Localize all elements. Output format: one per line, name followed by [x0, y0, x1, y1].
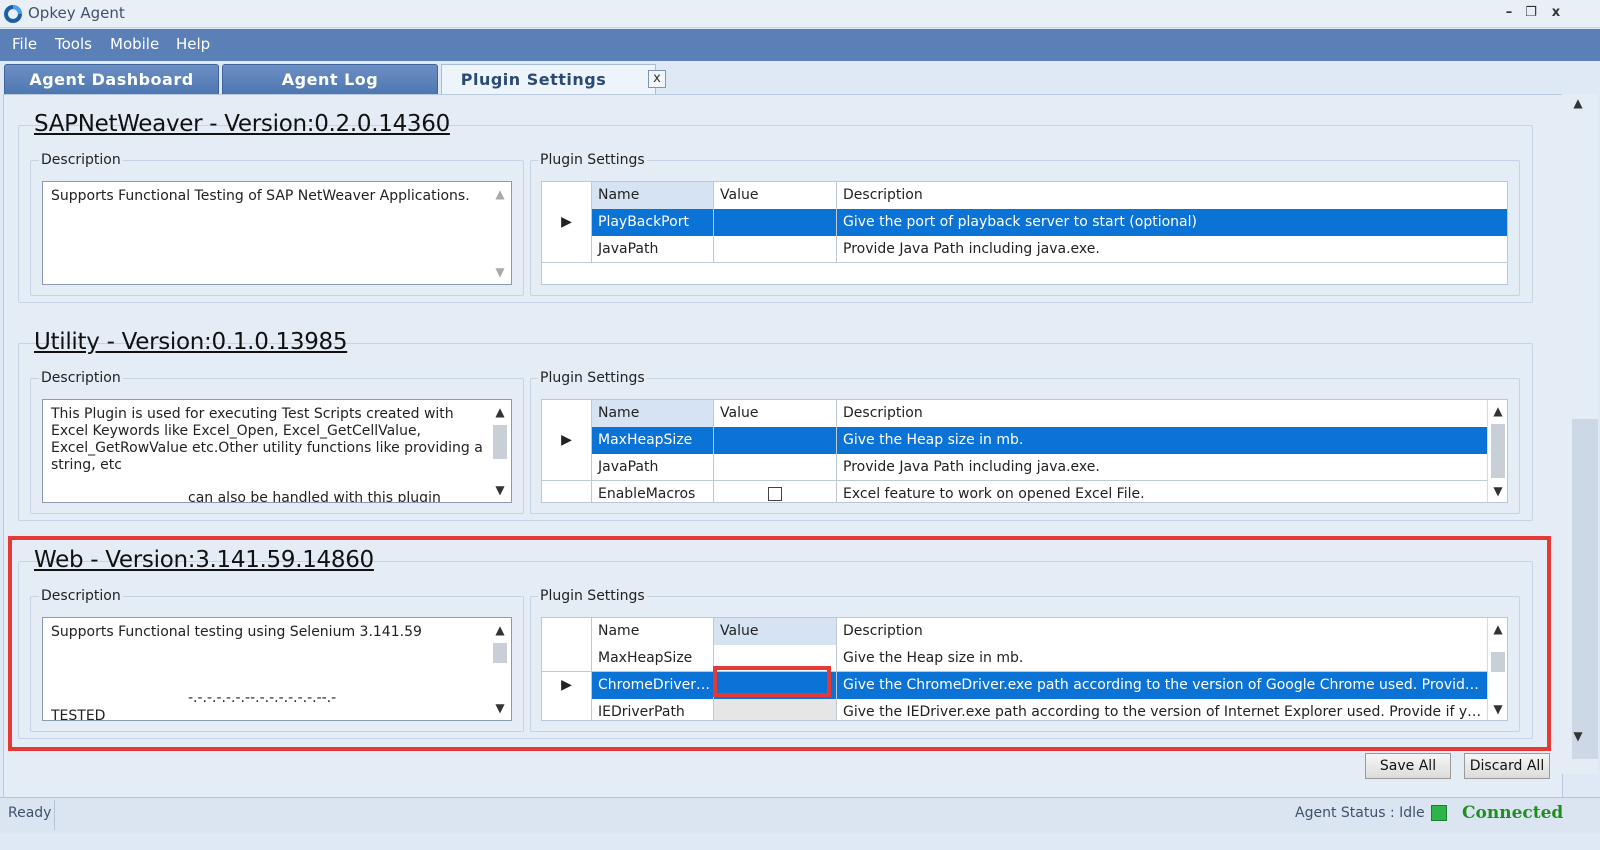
- plugin-settings-label: Plugin Settings: [538, 152, 647, 168]
- menu-file[interactable]: File: [12, 35, 37, 53]
- section-title-utility: Utility - Version:0.1.0.13985: [34, 329, 348, 355]
- column-header-description[interactable]: Description: [837, 182, 1507, 209]
- setting-name[interactable]: MaxHeapSize: [592, 427, 714, 454]
- scrollbar-thumb[interactable]: [1572, 419, 1598, 759]
- plugin-settings-label: Plugin Settings: [538, 370, 647, 386]
- column-header-name[interactable]: Name: [592, 182, 714, 209]
- menu-mobile[interactable]: Mobile: [110, 35, 159, 53]
- description-box[interactable]: This Plugin is used for executing Test S…: [42, 399, 512, 503]
- scroll-down-icon[interactable]: ▼: [490, 265, 510, 279]
- enable-macros-checkbox[interactable]: [768, 487, 782, 501]
- tab-agent-dashboard[interactable]: Agent Dashboard: [4, 64, 219, 95]
- table-row[interactable]: ▶ MaxHeapSize Give the Heap size in mb.: [542, 427, 1487, 454]
- description-text: Supports Functional Testing of SAP NetWe…: [51, 188, 470, 204]
- description-scrollbar[interactable]: ▲ ▼: [490, 401, 510, 501]
- section-title-sap: SAPNetWeaver - Version:0.2.0.14360: [34, 111, 450, 137]
- setting-value[interactable]: [714, 481, 837, 502]
- scrollbar-thumb[interactable]: [1491, 424, 1505, 478]
- column-header-value[interactable]: Value: [714, 182, 837, 209]
- setting-description: Give the port of playback server to star…: [837, 209, 1507, 236]
- connection-status: Connected: [1462, 803, 1564, 823]
- setting-name[interactable]: JavaPath: [592, 236, 714, 263]
- status-divider: [54, 800, 55, 830]
- description-box[interactable]: Supports Functional Testing of SAP NetWe…: [42, 181, 512, 285]
- table-row[interactable]: JavaPath Provide Java Path including jav…: [542, 454, 1487, 481]
- setting-name[interactable]: JavaPath: [592, 454, 714, 481]
- connection-indicator-icon: [1431, 805, 1447, 821]
- highlight-web-section: [8, 536, 1551, 751]
- tab-agent-log[interactable]: Agent Log: [222, 64, 438, 95]
- settings-grid: Name Value Description ▶ MaxHeapSize Giv…: [541, 399, 1508, 503]
- opkey-logo-icon: [4, 5, 22, 23]
- settings-grid: Name Value Description ▶ PlayBackPort Gi…: [541, 181, 1508, 285]
- column-header-value[interactable]: Value: [714, 400, 837, 427]
- grid-header: Name Value Description: [542, 400, 1487, 427]
- scroll-up-icon[interactable]: ▲: [1488, 404, 1507, 418]
- row-pointer-icon: ▶: [542, 427, 592, 454]
- row-header: [542, 481, 592, 502]
- row-header-corner: [542, 400, 592, 427]
- save-all-button[interactable]: Save All: [1365, 753, 1451, 779]
- tab-strip: Agent Dashboard Agent Log Plugin Setting…: [0, 61, 1600, 95]
- tab-plugin-settings[interactable]: Plugin Settings: [441, 64, 656, 95]
- row-header: [542, 454, 592, 481]
- menu-help[interactable]: Help: [176, 35, 210, 53]
- setting-description: Provide Java Path including java.exe.: [843, 459, 1100, 475]
- status-bar: Ready Agent Status : Idle Connected: [0, 797, 1600, 833]
- agent-status: Agent Status : Idle: [1295, 805, 1425, 821]
- setting-value[interactable]: [714, 209, 837, 236]
- restore-button[interactable]: ❐: [1521, 2, 1541, 24]
- scroll-up-icon[interactable]: ▲: [490, 187, 510, 201]
- scroll-down-icon[interactable]: ▼: [490, 483, 510, 497]
- close-window-button[interactable]: x: [1546, 2, 1566, 24]
- row-header-corner: [542, 182, 592, 209]
- row-header: [542, 236, 592, 263]
- minimize-button[interactable]: –: [1499, 2, 1519, 24]
- setting-value[interactable]: [714, 236, 837, 263]
- description-label: Description: [39, 152, 123, 168]
- row-pointer-icon: ▶: [542, 209, 592, 236]
- description-text: This Plugin is used for executing Test S…: [51, 406, 483, 473]
- scroll-up-icon[interactable]: ▲: [1568, 96, 1588, 110]
- setting-description: Provide Java Path including java.exe.: [843, 241, 1100, 257]
- setting-description: Excel feature to work on opened Excel Fi…: [843, 486, 1145, 502]
- description-scrollbar[interactable]: ▲ ▼: [490, 183, 510, 283]
- column-header-name[interactable]: Name: [592, 400, 714, 427]
- description-label: Description: [39, 370, 123, 386]
- setting-name[interactable]: EnableMacros: [592, 481, 714, 502]
- description-text-continued: can also be handled with this plugin: [188, 490, 441, 503]
- highlight-chromedriver-value: [713, 666, 831, 697]
- grid-header: Name Value Description: [542, 182, 1507, 209]
- setting-name[interactable]: PlayBackPort: [592, 209, 714, 236]
- table-row[interactable]: ▶ PlayBackPort Give the port of playback…: [542, 209, 1507, 236]
- setting-value[interactable]: [714, 427, 837, 454]
- column-header-description[interactable]: Description: [837, 400, 1487, 427]
- main-scrollbar[interactable]: ▲ ▼: [1562, 94, 1598, 774]
- setting-description: Give the Heap size in mb.: [837, 427, 1487, 454]
- table-row[interactable]: JavaPath Provide Java Path including jav…: [542, 236, 1507, 263]
- table-row[interactable]: EnableMacros Excel feature to work on op…: [542, 481, 1487, 502]
- grid-scrollbar[interactable]: ▲ ▼: [1487, 400, 1507, 502]
- setting-value[interactable]: [714, 454, 837, 481]
- status-ready: Ready: [8, 805, 52, 821]
- scroll-down-icon[interactable]: ▼: [1488, 484, 1507, 498]
- menu-bar: File Tools Mobile Help: [0, 29, 1600, 61]
- window-title: Opkey Agent: [28, 4, 125, 22]
- title-bar: Opkey Agent – ❐ x: [0, 0, 1600, 28]
- tab-close-icon[interactable]: x: [648, 70, 666, 88]
- menu-tools[interactable]: Tools: [55, 35, 92, 53]
- scroll-down-icon[interactable]: ▼: [1568, 729, 1588, 743]
- scrollbar-thumb[interactable]: [493, 425, 507, 459]
- scroll-up-icon[interactable]: ▲: [490, 405, 510, 419]
- discard-all-button[interactable]: Discard All: [1464, 753, 1550, 779]
